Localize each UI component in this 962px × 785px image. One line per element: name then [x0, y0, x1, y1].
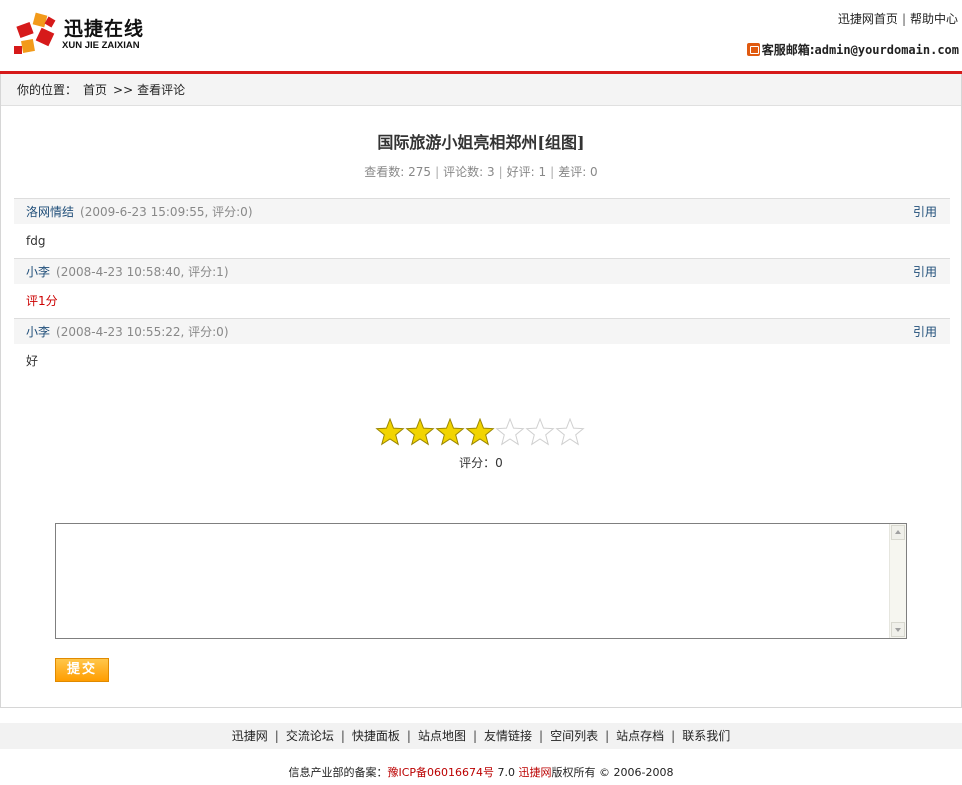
- comment-body: 评1分: [26, 294, 58, 308]
- star-filled-icon[interactable]: [465, 418, 495, 448]
- service-mail: 客服邮箱: admin@yourdomain.com: [746, 41, 960, 58]
- star-filled-icon[interactable]: [375, 418, 405, 448]
- top-nav: 迅捷网首页 | 帮助中心: [838, 10, 958, 27]
- top-nav-home-link[interactable]: 迅捷网首页: [838, 12, 898, 26]
- quote-link[interactable]: 引用: [913, 259, 937, 285]
- footer-link[interactable]: 空间列表: [550, 729, 598, 743]
- stat-separator: |: [550, 165, 555, 179]
- footer-link[interactable]: 站点存档: [616, 729, 664, 743]
- comment-body: fdg: [26, 234, 46, 248]
- comment-body: 好: [26, 354, 39, 368]
- comment-item: 小李 (2008-4-23 10:58:40, 评分:1) 引用 评1分: [14, 258, 950, 318]
- site-logo[interactable]: 迅捷在线 XUN JIE ZAIXIAN: [14, 10, 154, 62]
- comment-textarea[interactable]: [56, 524, 890, 638]
- beian-label: 信息产业部的备案：: [288, 766, 388, 779]
- quote-link[interactable]: 引用: [913, 199, 937, 225]
- footer-link[interactable]: 快捷面板: [352, 729, 400, 743]
- comment-item: 小李 (2008-4-23 10:55:22, 评分:0) 引用 好: [14, 318, 950, 378]
- star-filled-icon[interactable]: [435, 418, 465, 448]
- top-nav-separator: |: [901, 12, 906, 26]
- main-content: 你的位置： 首页 >> 查看评论 国际旅游小姐亮相郑州[组图] 查看数: 275 | 评论…: [0, 74, 962, 708]
- mail-icon: [746, 43, 760, 56]
- breadcrumb-home-link[interactable]: 首页: [83, 83, 107, 97]
- footer-link[interactable]: 迅捷网: [232, 729, 268, 743]
- header: 迅捷在线 XUN JIE ZAIXIAN 迅捷网首页 | 帮助中心 客服邮箱: ad…: [0, 0, 962, 72]
- rights-text: 版权所有 © 2006-2008: [551, 766, 674, 779]
- comment-user[interactable]: 小李: [26, 325, 50, 339]
- top-nav-help-link[interactable]: 帮助中心: [910, 12, 958, 26]
- star-rating: [375, 418, 585, 450]
- stat-bad: 差评: 0: [558, 165, 598, 179]
- footer-separator: |: [472, 729, 478, 743]
- star-empty-icon[interactable]: [495, 418, 525, 448]
- logo-icon: [14, 12, 56, 54]
- footer-nav: 迅捷网 | 交流论坛 | 快捷面板 | 站点地图 | 友情链接 | 空间列表 | 站点存档 | 联系我们: [0, 723, 962, 749]
- rating-score: 评分：0: [459, 456, 503, 470]
- quote-link[interactable]: 引用: [913, 319, 937, 345]
- version: 7.0: [497, 766, 516, 779]
- breadcrumb-label: 你的位置：: [17, 83, 78, 97]
- footer-separator: |: [274, 729, 279, 743]
- comment-user[interactable]: 小李: [26, 265, 50, 279]
- comment-header: 小李 (2008-4-23 10:58:40, 评分:1) 引用: [14, 258, 950, 284]
- mail-label: 客服邮箱:: [761, 43, 815, 57]
- submit-button[interactable]: 提交: [55, 658, 109, 682]
- footer-link[interactable]: 联系我们: [682, 729, 730, 743]
- comment-list: 洛网情结 (2009-6-23 15:09:55, 评分:0) 引用 fdg 小李…: [14, 198, 950, 378]
- comment-textarea-wrapper: [55, 523, 907, 639]
- beian-number-link[interactable]: 豫ICP备06016674号: [388, 766, 495, 779]
- footer-separator: |: [340, 729, 345, 743]
- stat-separator: |: [435, 165, 440, 179]
- breadcrumb: 你的位置： 首页 >> 查看评论: [1, 74, 961, 106]
- scroll-up-icon[interactable]: [891, 525, 905, 540]
- footer-separator: |: [406, 729, 411, 743]
- stat-separator: |: [498, 165, 503, 179]
- mail-address[interactable]: admin@yourdomain.com: [815, 43, 960, 57]
- star-filled-icon[interactable]: [405, 418, 435, 448]
- article-title: 国际旅游小姐亮相郑州[组图]: [377, 133, 585, 152]
- footer-separator: |: [539, 729, 544, 743]
- logo-text-en: XUN JIE ZAIXIAN: [62, 40, 140, 51]
- comment-header: 洛网情结 (2009-6-23 15:09:55, 评分:0) 引用: [14, 198, 950, 224]
- breadcrumb-current: 查看评论: [137, 83, 186, 97]
- logo-text-cn: 迅捷在线: [64, 18, 145, 40]
- comment-meta: (2008-4-23 10:55:22, 评分:0): [56, 325, 229, 339]
- article-stats: 查看数: 275 | 评论数: 3 | 好评: 1 | 差评: 0: [1, 163, 961, 180]
- textarea-scrollbar[interactable]: [889, 524, 906, 638]
- comment-item: 洛网情结 (2009-6-23 15:09:55, 评分:0) 引用 fdg: [14, 198, 950, 258]
- star-empty-icon[interactable]: [525, 418, 555, 448]
- stat-good: 好评: 1: [506, 165, 547, 179]
- comment-header: 小李 (2008-4-23 10:55:22, 评分:0) 引用: [14, 318, 950, 344]
- footer-separator: |: [671, 729, 676, 743]
- site-name-link[interactable]: 迅捷网: [519, 766, 552, 779]
- star-empty-icon[interactable]: [555, 418, 585, 448]
- scroll-down-icon[interactable]: [891, 622, 905, 637]
- stat-comments: 评论数: 3: [443, 165, 495, 179]
- comment-meta: (2008-4-23 10:58:40, 评分:1): [56, 265, 229, 279]
- footer-link[interactable]: 友情链接: [484, 729, 532, 743]
- footer-link[interactable]: 交流论坛: [286, 729, 334, 743]
- comment-user[interactable]: 洛网情结: [26, 205, 74, 219]
- breadcrumb-separator: >>: [113, 83, 134, 97]
- footer-separator: |: [605, 729, 610, 743]
- footer-link[interactable]: 站点地图: [418, 729, 466, 743]
- copyright: 信息产业部的备案：豫ICP备06016674号 7.0 迅捷网版权所有 © 20…: [0, 764, 962, 780]
- stat-views: 查看数: 275: [364, 165, 432, 179]
- comment-meta: (2009-6-23 15:09:55, 评分:0): [80, 205, 253, 219]
